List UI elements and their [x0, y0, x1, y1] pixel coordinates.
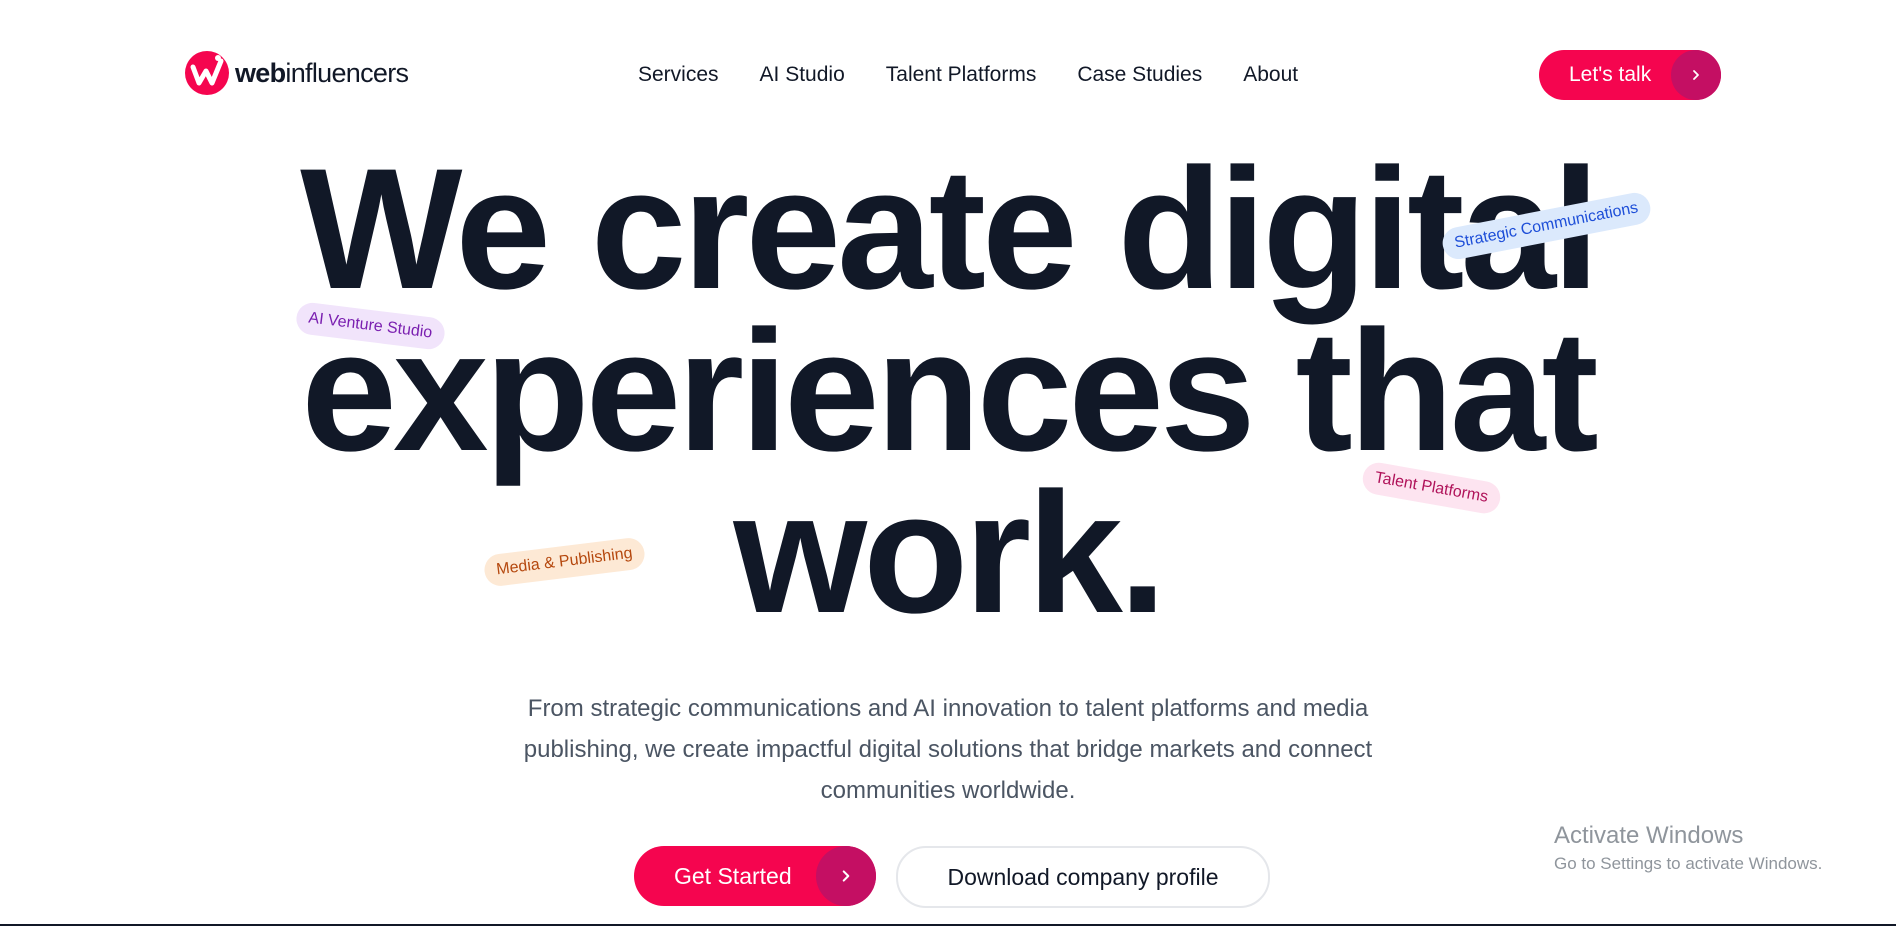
lets-talk-button[interactable]: Let's talk	[1539, 50, 1721, 100]
brand-name: webinfluencers	[235, 57, 409, 88]
site-header: webinfluencers Services AI Studio Talent…	[0, 0, 1896, 150]
brand-name-bold: web	[235, 57, 286, 88]
nav-item-case-studies[interactable]: Case Studies	[1077, 60, 1202, 90]
nav-item-talent-platforms[interactable]: Talent Platforms	[886, 60, 1037, 90]
nav-item-ai-studio[interactable]: AI Studio	[760, 60, 845, 90]
activate-windows-subtitle: Go to Settings to activate Windows.	[1554, 854, 1823, 873]
lets-talk-label: Let's talk	[1569, 63, 1652, 86]
main-nav: Services AI Studio Talent Platforms Case…	[638, 60, 1298, 90]
hero-subtitle: From strategic communications and AI inn…	[523, 695, 1373, 804]
nav-item-about[interactable]: About	[1243, 60, 1298, 90]
chevron-right-icon	[1671, 50, 1721, 100]
hero-headline-line-3: work.	[733, 457, 1166, 649]
activate-windows-title: Activate Windows	[1554, 822, 1744, 849]
get-started-button[interactable]: Get Started	[634, 846, 876, 906]
get-started-label: Get Started	[674, 862, 792, 889]
logo-mark-icon	[185, 51, 229, 95]
hero-headline-line-2: experiences that	[301, 295, 1599, 487]
download-profile-button[interactable]: Download company profile	[896, 846, 1270, 908]
brand-name-rest: influencers	[285, 57, 409, 88]
activate-windows-watermark: Activate Windows Go to Settings to activ…	[1554, 820, 1822, 876]
nav-item-services[interactable]: Services	[638, 60, 719, 90]
chevron-right-icon	[816, 846, 876, 906]
brand-logo[interactable]: webinfluencers	[184, 50, 409, 96]
